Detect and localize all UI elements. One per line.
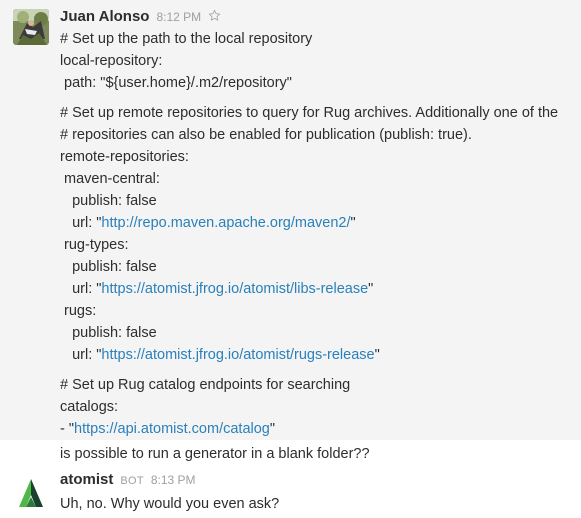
url-line: url: "https://atomist.jfrog.io/atomist/r… bbox=[60, 344, 380, 366]
url-prefix: url: " bbox=[60, 281, 102, 297]
username[interactable]: atomist bbox=[60, 471, 113, 488]
message-line: # Set up Rug catalog endpoints for searc… bbox=[60, 377, 351, 393]
user-photo-icon bbox=[13, 9, 49, 45]
timestamp[interactable]: 8:13 PM bbox=[151, 473, 196, 487]
url-prefix: - " bbox=[60, 421, 75, 437]
message-line: Uh, no. Why would you even ask? bbox=[60, 496, 280, 512]
url-suffix: " bbox=[368, 281, 374, 297]
message-line: catalogs: bbox=[60, 399, 119, 415]
atomist-logo-icon bbox=[13, 476, 49, 512]
url-line: - "https://api.atomist.com/catalog" bbox=[60, 418, 275, 440]
url-suffix: " bbox=[374, 347, 380, 363]
bot-badge: BOT bbox=[120, 475, 144, 487]
message-line: # repositories can also be enabled for p… bbox=[60, 127, 472, 143]
url-line: url: "http://repo.maven.apache.org/maven… bbox=[60, 212, 356, 234]
message-line: rug-types: bbox=[60, 237, 129, 253]
message-header: Juan Alonso 8:12 PM bbox=[60, 8, 221, 25]
url-line: url: "https://atomist.jfrog.io/atomist/l… bbox=[60, 278, 373, 300]
message-group-atomist: is possible to run a generator in a blan… bbox=[0, 440, 581, 518]
repo-link[interactable]: https://atomist.jfrog.io/atomist/libs-re… bbox=[101, 281, 368, 297]
message-group-juan: Juan Alonso 8:12 PM # Set up the path to… bbox=[0, 0, 581, 440]
message-line: # Set up the path to the local repositor… bbox=[60, 31, 313, 47]
catalog-link[interactable]: https://api.atomist.com/catalog bbox=[74, 421, 270, 437]
message-line: is possible to run a generator in a blan… bbox=[60, 446, 370, 462]
message-line: local-repository: bbox=[60, 53, 163, 69]
url-prefix: url: " bbox=[60, 215, 102, 231]
message-line: path: "${user.home}/.m2/repository" bbox=[60, 75, 292, 91]
bot-avatar[interactable] bbox=[13, 476, 49, 512]
url-suffix: " bbox=[350, 215, 356, 231]
timestamp[interactable]: 8:12 PM bbox=[156, 10, 201, 24]
message-line: remote-repositories: bbox=[60, 149, 189, 165]
message-header: atomist BOT 8:13 PM bbox=[60, 471, 196, 488]
star-icon[interactable] bbox=[208, 9, 221, 22]
username[interactable]: Juan Alonso bbox=[60, 8, 149, 25]
message-line: publish: false bbox=[60, 193, 157, 209]
url-suffix: " bbox=[269, 421, 276, 437]
repo-link[interactable]: https://atomist.jfrog.io/atomist/rugs-re… bbox=[101, 347, 374, 363]
message-line: publish: false bbox=[60, 259, 157, 275]
repo-link[interactable]: http://repo.maven.apache.org/maven2/ bbox=[101, 215, 350, 231]
message-line: rugs: bbox=[60, 303, 97, 319]
avatar[interactable] bbox=[13, 9, 49, 45]
url-prefix: url: " bbox=[60, 347, 102, 363]
message-line: # Set up remote repositories to query fo… bbox=[60, 105, 559, 121]
message-line: maven-central: bbox=[60, 171, 160, 187]
message-line: publish: false bbox=[60, 325, 157, 341]
